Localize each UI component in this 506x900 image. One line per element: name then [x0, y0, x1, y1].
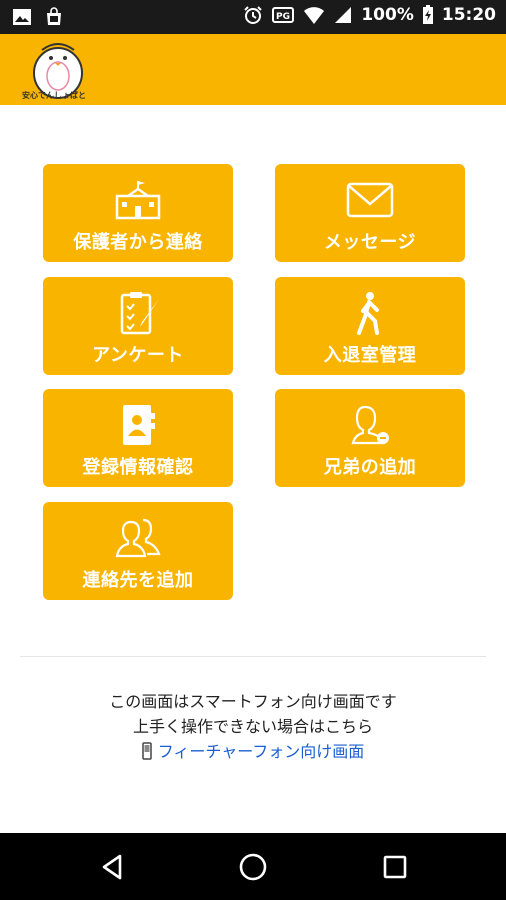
clipboard-icon — [120, 292, 159, 335]
tile-label: メッセージ — [323, 232, 417, 253]
tile-add-sibling[interactable]: 兄弟の追加 — [275, 389, 465, 487]
smartphone-notice: この画面はスマートフォン向け画面です — [109, 692, 397, 711]
battery-percent: 100% — [361, 5, 414, 25]
feature-phone-link-label[interactable]: フィーチャーフォン向け画面 — [158, 742, 365, 761]
svg-text:PG: PG — [276, 12, 290, 22]
signal-icon — [335, 7, 352, 23]
home-icon[interactable] — [238, 852, 268, 882]
wifi-icon — [304, 7, 325, 24]
tile-message[interactable]: メッセージ — [275, 164, 465, 262]
envelope-icon — [346, 182, 394, 218]
tile-add-contact[interactable]: 連絡先を追加 — [43, 502, 233, 600]
clock: 15:20 — [441, 5, 496, 25]
add-person-icon — [351, 405, 389, 445]
tile-label: 連絡先を追加 — [82, 570, 194, 591]
school-icon — [115, 181, 161, 220]
store-icon — [47, 7, 61, 25]
system-nav-bar — [0, 833, 506, 900]
mobile-phone-icon — [141, 742, 152, 760]
recents-icon[interactable] — [380, 852, 410, 882]
tile-survey[interactable]: アンケート — [43, 277, 233, 375]
tile-label: 登録情報確認 — [82, 457, 194, 478]
walking-person-icon — [357, 292, 379, 335]
battery-charging-icon — [422, 5, 433, 24]
divider — [20, 656, 486, 657]
tile-registration-info[interactable]: 登録情報確認 — [43, 389, 233, 487]
back-icon[interactable] — [98, 852, 128, 882]
status-bar: PG 100% 15:20 — [0, 0, 506, 34]
feature-phone-link[interactable]: フィーチャーフォン向け画面 — [0, 738, 506, 762]
tile-label: 保護者から連絡 — [73, 232, 203, 253]
two-people-icon — [115, 518, 161, 558]
image-icon — [13, 9, 31, 25]
tile-label: アンケート — [92, 345, 184, 366]
vibrate-icon: PG — [272, 7, 295, 23]
tile-attendance[interactable]: 入退室管理 — [275, 277, 465, 375]
tile-label: 兄弟の追加 — [323, 457, 417, 478]
alarm-icon — [244, 6, 263, 24]
contact-card-icon — [123, 405, 155, 445]
tile-contact-from-guardian[interactable]: 保護者から連絡 — [43, 164, 233, 262]
help-notice: 上手く操作できない場合はこちら — [132, 717, 373, 736]
app-header: 安心でんしょばと — [0, 34, 506, 105]
logo-text: 安心でんしょばと — [22, 91, 86, 100]
tile-label: 入退室管理 — [323, 345, 417, 366]
